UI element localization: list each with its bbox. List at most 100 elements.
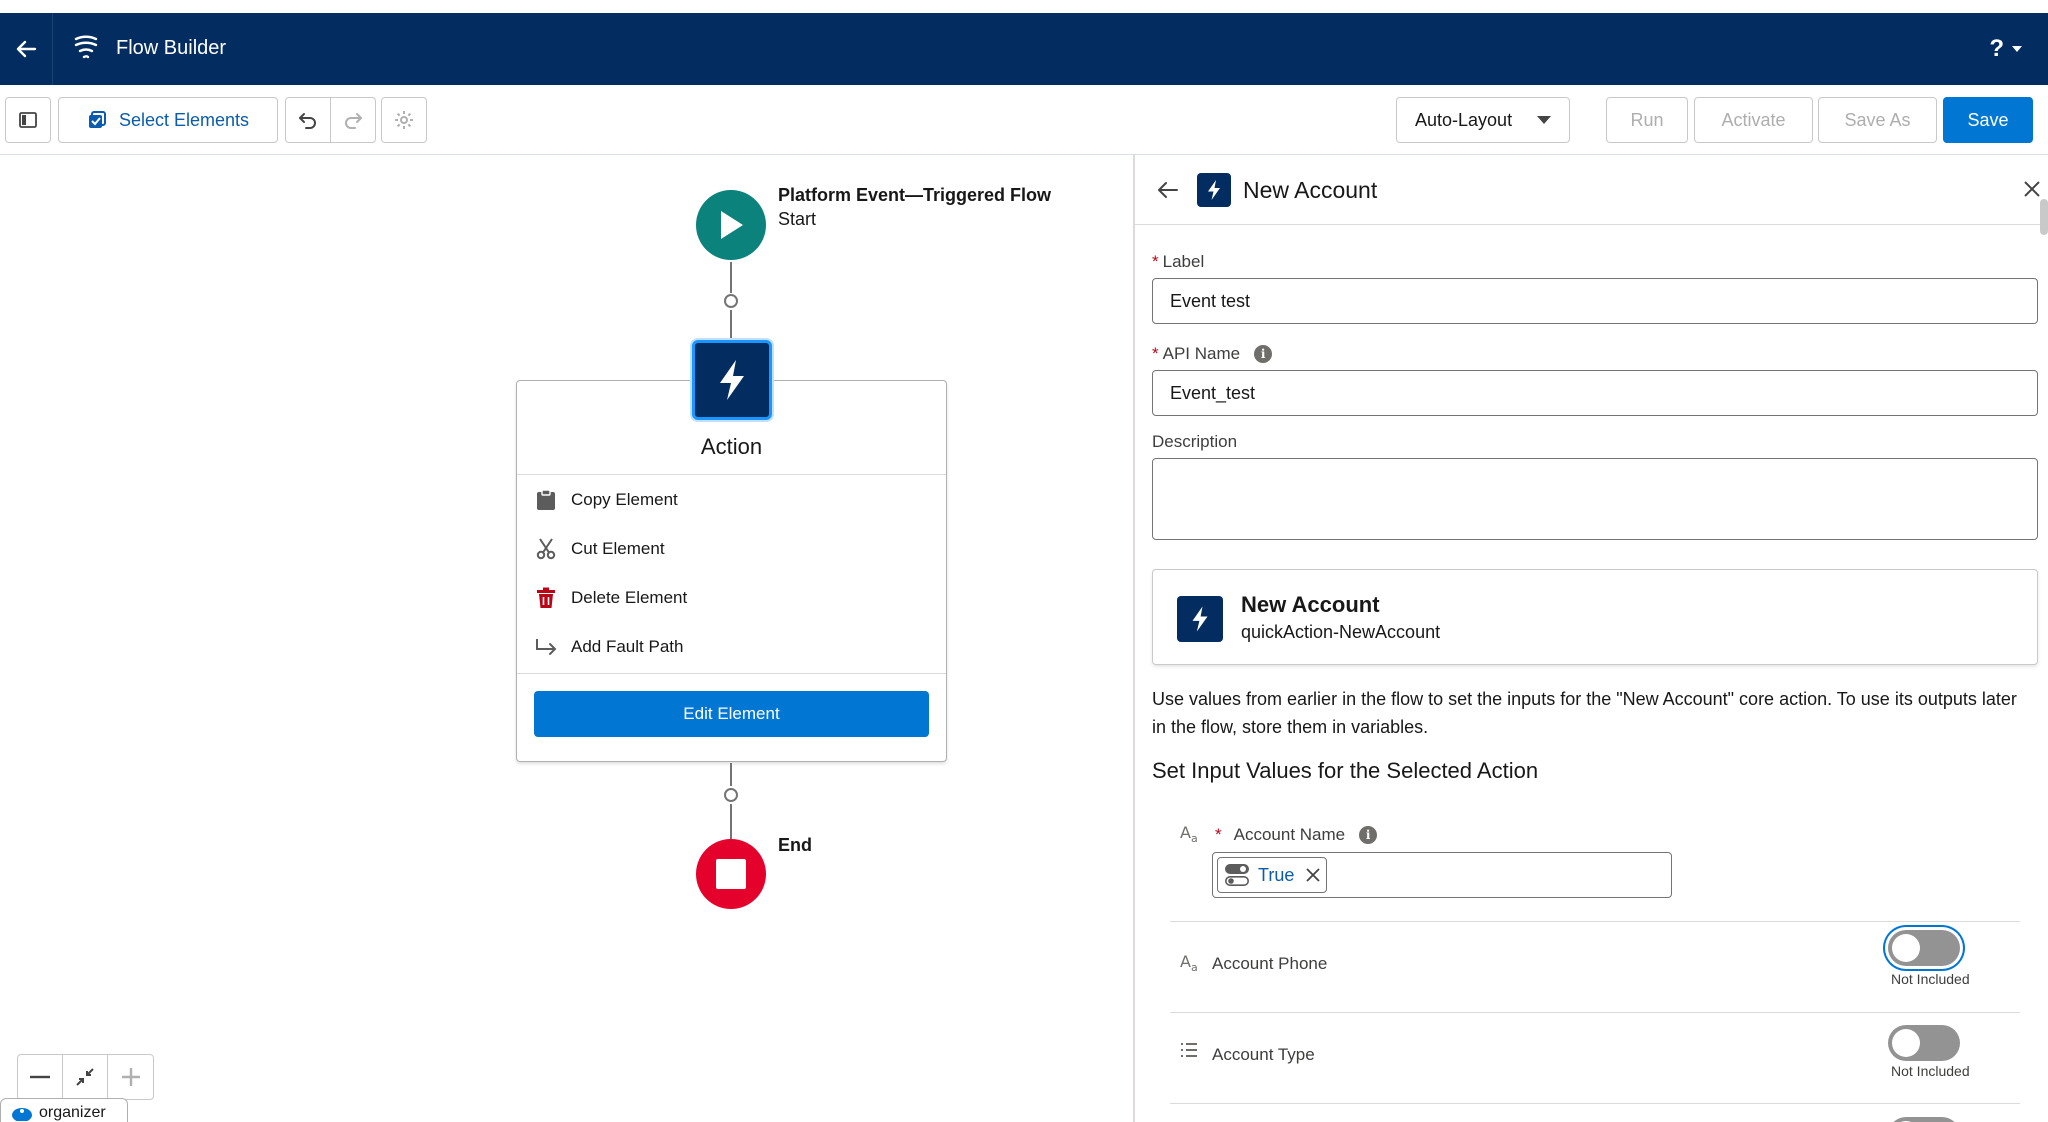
- panel-back-button[interactable]: [1157, 180, 1179, 200]
- select-icon: [88, 111, 106, 128]
- panel-left-icon: [19, 112, 37, 128]
- help-menu[interactable]: ?: [1989, 35, 2022, 63]
- edit-element-button[interactable]: Edit Element: [534, 691, 929, 737]
- resource-pill[interactable]: True: [1217, 857, 1328, 893]
- resource-pill-value: True: [1258, 864, 1295, 885]
- zoom-controls: [17, 1054, 154, 1100]
- copy-element-label: Copy Element: [571, 490, 678, 509]
- connector-line: [730, 310, 732, 340]
- fit-view-button[interactable]: [63, 1055, 108, 1099]
- scissors-icon: [535, 538, 557, 560]
- description-field-label: Description: [1152, 432, 1238, 451]
- divider: [517, 474, 946, 475]
- layout-dropdown-value: Auto-Layout: [1415, 109, 1513, 130]
- delete-element-label: Delete Element: [571, 588, 688, 607]
- organizer-icon: [12, 1108, 32, 1121]
- account-phone-label: Account Phone: [1212, 954, 1328, 973]
- redo-icon: [345, 113, 362, 129]
- back-button[interactable]: [0, 13, 53, 85]
- description-textarea[interactable]: [1152, 458, 2038, 540]
- run-button[interactable]: Run: [1606, 97, 1688, 143]
- close-icon: [2024, 181, 2040, 197]
- lightning-icon: [720, 360, 744, 400]
- start-node-subtitle: Start: [778, 209, 817, 229]
- delete-element-item[interactable]: Delete Element: [535, 587, 687, 609]
- cut-element-item[interactable]: Cut Element: [535, 538, 665, 560]
- action-type-icon: [1197, 173, 1231, 207]
- toggle-toolbox-button[interactable]: [5, 97, 51, 143]
- account-type-label: Account Type: [1212, 1045, 1315, 1064]
- required-indicator: *: [1152, 344, 1159, 363]
- select-elements-button[interactable]: Select Elements: [58, 97, 278, 143]
- zoom-out-button[interactable]: [18, 1055, 63, 1099]
- account-phone-toggle[interactable]: [1888, 930, 1960, 966]
- help-text: Use values from earlier in the flow to s…: [1152, 689, 2017, 737]
- layout-dropdown[interactable]: Auto-Layout: [1396, 97, 1570, 143]
- api-name-input[interactable]: Event_test: [1152, 370, 2038, 416]
- connector-line: [730, 763, 732, 786]
- trash-icon: [535, 587, 557, 609]
- chevron-down-icon: [1537, 116, 1551, 124]
- api-name-field-name: API Name: [1162, 344, 1241, 363]
- panel-title: New Account: [1243, 177, 1378, 203]
- required-indicator: *: [1215, 825, 1222, 844]
- flow-settings-button[interactable]: [381, 97, 427, 143]
- account-name-input[interactable]: True: [1212, 852, 1672, 898]
- next-param-toggle[interactable]: [1888, 1117, 1960, 1122]
- stop-icon: [716, 859, 746, 889]
- undo-icon: [299, 113, 316, 129]
- label-input[interactable]: Event test: [1152, 278, 2038, 324]
- boolean-icon: [1224, 864, 1249, 886]
- activate-button[interactable]: Activate: [1694, 97, 1813, 143]
- end-node-label: End: [778, 835, 812, 855]
- plus-icon: [121, 1068, 140, 1086]
- scrollbar[interactable]: [2040, 199, 2048, 235]
- add-fault-path-label: Add Fault Path: [571, 637, 684, 656]
- add-element-connector[interactable]: [724, 788, 738, 802]
- close-icon[interactable]: [1306, 868, 1320, 882]
- end-node[interactable]: [696, 839, 766, 909]
- flow-builder-logo-icon: [72, 33, 100, 61]
- info-icon[interactable]: i: [1254, 345, 1273, 363]
- save-button[interactable]: Save: [1943, 97, 2033, 143]
- cut-element-label: Cut Element: [571, 539, 665, 558]
- selected-action-card: New Account quickAction-NewAccount: [1152, 569, 2038, 665]
- copy-element-item[interactable]: Copy Element: [535, 489, 678, 511]
- selected-action-name: New Account: [1241, 592, 1380, 617]
- action-element-node[interactable]: [692, 340, 772, 420]
- connector-line: [730, 262, 732, 293]
- action-type-icon: [1177, 596, 1223, 642]
- close-panel-button[interactable]: [2024, 181, 2040, 197]
- add-element-connector[interactable]: [724, 294, 738, 308]
- organizer-tab[interactable]: organizer: [0, 1098, 128, 1122]
- lightning-icon: [1208, 180, 1220, 200]
- redo-button[interactable]: [330, 97, 376, 143]
- toolbar: Select Elements Auto-Layout Run Activate…: [0, 85, 2048, 155]
- account-type-toggle-label: Not Included: [1891, 1063, 1970, 1079]
- toggle-knob: [1892, 934, 1920, 962]
- label-field-label: * Label: [1152, 252, 1204, 272]
- toggle-knob: [1892, 1029, 1920, 1057]
- account-name-label: * Account Name i: [1215, 825, 1378, 845]
- zoom-in-button[interactable]: [108, 1055, 153, 1099]
- chevron-down-icon: [2012, 46, 2022, 52]
- clipboard-icon: [535, 489, 557, 511]
- section-title: Set Input Values for the Selected Action: [1152, 758, 1539, 783]
- gear-icon: [395, 111, 413, 129]
- account-phone-toggle-label: Not Included: [1891, 971, 1970, 987]
- selected-action-api-name: quickAction-NewAccount: [1241, 622, 1441, 642]
- minus-icon: [30, 1075, 50, 1079]
- start-node[interactable]: [696, 190, 766, 260]
- help-icon: ?: [1989, 35, 2004, 62]
- app-title: Flow Builder: [116, 37, 227, 59]
- info-icon[interactable]: i: [1359, 826, 1378, 844]
- divider: [517, 673, 946, 674]
- divider: [1170, 921, 2020, 922]
- app-header: Flow Builder ?: [0, 13, 2048, 85]
- add-fault-path-item[interactable]: Add Fault Path: [535, 636, 683, 658]
- organizer-label: organizer: [39, 1104, 106, 1121]
- save-as-button[interactable]: Save As: [1818, 97, 1937, 143]
- account-type-toggle[interactable]: [1888, 1025, 1960, 1061]
- top-strip: [0, 0, 2048, 13]
- undo-button[interactable]: [285, 97, 331, 143]
